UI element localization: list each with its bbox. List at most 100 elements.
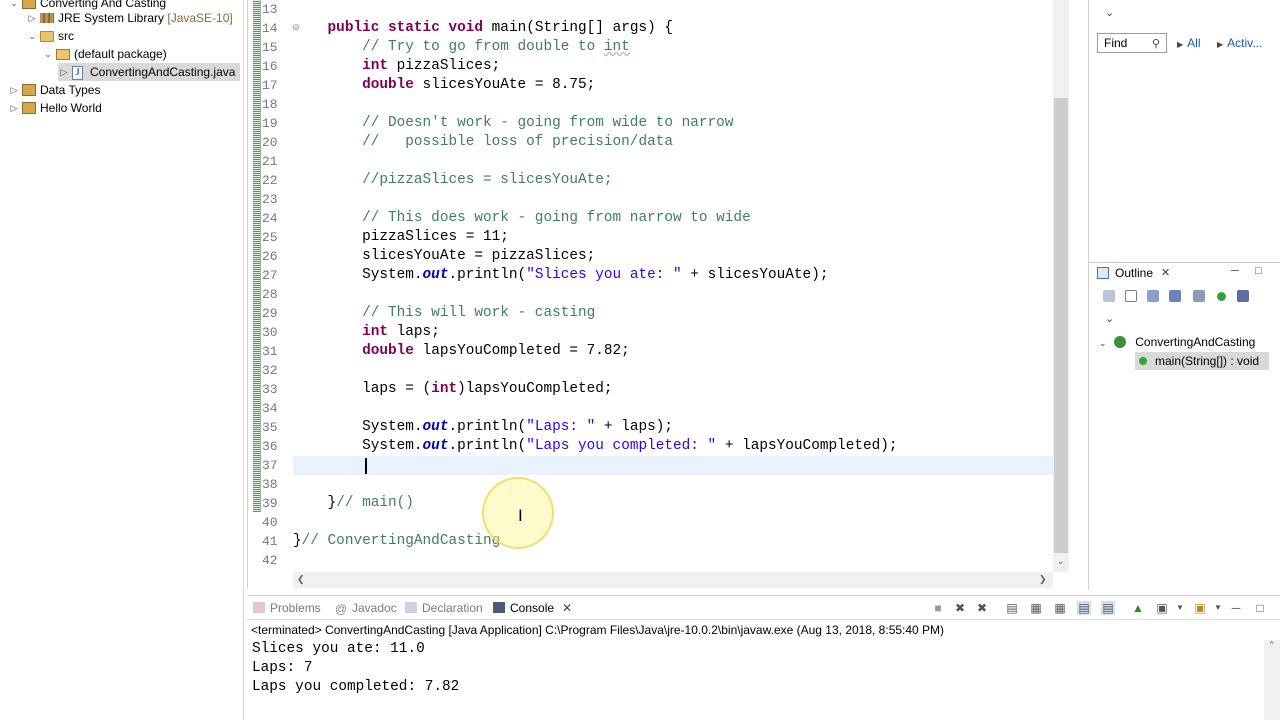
terminate-icon[interactable]: ■: [931, 601, 945, 615]
code-line-22[interactable]: //pizzaSlices = slicesYouAte;: [293, 171, 612, 190]
code-line-37-current[interactable]: [293, 456, 1053, 475]
outline-view-tab[interactable]: Outline ✕ ─ □: [1089, 262, 1280, 284]
code-line-39[interactable]: }// main(): [293, 494, 414, 513]
package-icon: [56, 49, 70, 60]
search-icon: ⚲: [1151, 38, 1160, 50]
word-wrap-icon[interactable]: ▦: [1053, 601, 1067, 615]
hide-non-public-icon[interactable]: [1217, 292, 1226, 301]
hide-local-types-icon[interactable]: [1237, 290, 1249, 302]
scroll-up-icon[interactable]: ⌃: [1268, 640, 1276, 651]
code-line-35[interactable]: System.out.println("Laps: " + laps);: [293, 418, 673, 437]
pin-console-icon[interactable]: ▲: [1131, 601, 1145, 615]
code-line-14[interactable]: public static void main(String[] args) {: [293, 19, 673, 38]
tab-outline[interactable]: Outline: [1115, 266, 1153, 280]
chevron-right-icon[interactable]: ▷: [58, 63, 70, 81]
outline-icon: [1097, 267, 1109, 279]
scroll-right-icon[interactable]: ❯: [1039, 574, 1047, 585]
close-icon[interactable]: ✕: [1161, 266, 1170, 279]
tab-problems[interactable]: Problems: [253, 600, 321, 618]
console-scrollbar[interactable]: ⌃: [1264, 640, 1280, 720]
maximize-icon[interactable]: □: [1255, 265, 1262, 277]
line-number: 19: [262, 116, 278, 131]
chevron-down-icon[interactable]: ⌄: [42, 45, 54, 63]
scrollbar-thumb[interactable]: [1054, 98, 1068, 553]
all-link[interactable]: ▶ All: [1177, 33, 1201, 55]
triangle-right-icon: ▶: [1217, 40, 1224, 49]
chevron-down-icon[interactable]: ⌄: [8, 0, 20, 12]
chevron-down-icon[interactable]: ⌄: [1105, 6, 1114, 19]
collapse-all-icon[interactable]: [1103, 290, 1115, 302]
show-on-output-icon[interactable]: ▤: [1077, 601, 1091, 615]
tree-item-label: Data Types: [40, 83, 101, 97]
editor-vertical-scrollbar[interactable]: ⌄: [1053, 0, 1069, 572]
code-line-17[interactable]: double slicesYouAte = 8.75;: [293, 76, 595, 95]
remove-all-icon[interactable]: ✖: [975, 601, 989, 615]
tree-item-label: ConvertingAndCasting.java: [90, 65, 236, 79]
code-line-33[interactable]: laps = (int)lapsYouCompleted;: [293, 380, 612, 399]
line-number: 29: [262, 306, 278, 321]
source-folder-icon: [40, 31, 54, 42]
chevron-down-icon[interactable]: ▼: [1211, 601, 1225, 615]
hide-static-icon[interactable]: [1193, 290, 1205, 302]
remove-launch-icon[interactable]: ✖: [953, 601, 967, 615]
activate-link[interactable]: ▶ Activ...: [1217, 33, 1262, 55]
chevron-down-icon[interactable]: ⌄: [1105, 312, 1114, 325]
maximize-icon[interactable]: □: [1253, 601, 1267, 615]
project-icon: [22, 84, 36, 96]
line-number: 16: [262, 59, 278, 74]
scroll-lock-icon[interactable]: ▦: [1029, 601, 1043, 615]
sort-icon[interactable]: [1147, 290, 1159, 302]
at-icon: @: [335, 602, 348, 616]
tab-javadoc[interactable]: @ Javadoc: [335, 600, 397, 618]
code-line-20[interactable]: // possible loss of precision/data: [293, 133, 673, 152]
chevron-down-icon[interactable]: ⌄: [26, 27, 38, 45]
console-panel: Problems @ Javadoc Declaration Console ✕ ■…: [247, 595, 1280, 720]
line-number: 17: [262, 78, 278, 93]
editor-horizontal-scrollbar[interactable]: ❮ ❯: [293, 572, 1053, 588]
code-line-16[interactable]: int pizzaSlices;: [293, 57, 500, 76]
line-number: 24: [262, 211, 278, 226]
code-line-31[interactable]: double lapsYouCompleted = 7.82;: [293, 342, 630, 361]
close-icon[interactable]: ✕: [562, 601, 572, 615]
line-number: 34: [262, 401, 278, 416]
tab-console[interactable]: Console ✕: [493, 600, 572, 618]
outline-method-item[interactable]: main(String[]) : void: [1135, 352, 1269, 370]
code-line-41[interactable]: }// ConvertingAndCasting: [293, 532, 500, 551]
show-on-error-icon[interactable]: ▤: [1101, 601, 1115, 615]
expand-icon[interactable]: [1125, 290, 1137, 302]
code-line-15[interactable]: // Try to go from double to int: [293, 38, 630, 57]
hide-fields-icon[interactable]: [1169, 290, 1181, 302]
line-number: 22: [262, 173, 278, 188]
code-line-30[interactable]: int laps;: [293, 323, 440, 342]
code-area[interactable]: public static void main(String[] args) {…: [293, 0, 1053, 572]
method-label: main(String[]) : void: [1155, 354, 1260, 368]
scroll-down-icon[interactable]: ⌄: [1057, 556, 1065, 567]
find-input[interactable]: Find ⚲: [1097, 33, 1167, 53]
chevron-right-icon[interactable]: ▷: [8, 99, 20, 117]
code-editor[interactable]: 13 14 ⊖ 15 16 17 18 19 20 21 22 23 24 25 26 27 28 29 30 31 3…: [247, 0, 1069, 588]
line-number: 30: [262, 325, 278, 340]
outline-class-item[interactable]: ⌄ ConvertingAndCasting: [1099, 333, 1255, 351]
tab-declaration[interactable]: Declaration: [405, 600, 483, 618]
chevron-right-icon[interactable]: ▷: [26, 9, 38, 27]
code-line-25[interactable]: pizzaSlices = 11;: [293, 228, 509, 247]
line-number: 14: [262, 21, 278, 36]
tree-item-java-file[interactable]: ▷ J ConvertingAndCasting.java: [58, 63, 240, 81]
code-line-29[interactable]: // This will work - casting: [293, 304, 595, 323]
chevron-down-icon[interactable]: ▼: [1173, 601, 1187, 615]
code-line-19[interactable]: // Doesn't work - going from wide to nar…: [293, 114, 733, 133]
display-console-icon[interactable]: ▣: [1155, 601, 1169, 615]
chevron-right-icon[interactable]: ▷: [8, 81, 20, 99]
code-line-24[interactable]: // This does work - going from narrow to…: [293, 209, 751, 228]
code-line-27[interactable]: System.out.println("Slices you ate: " + …: [293, 266, 828, 285]
minimize-icon[interactable]: ─: [1229, 601, 1243, 615]
code-line-36[interactable]: System.out.println("Laps you completed: …: [293, 437, 897, 456]
line-number: 37: [262, 458, 278, 473]
public-method-icon: [1139, 357, 1147, 365]
scroll-left-icon[interactable]: ❮: [297, 574, 305, 585]
code-line-26[interactable]: slicesYouAte = pizzaSlices;: [293, 247, 595, 266]
minimize-icon[interactable]: ─: [1231, 265, 1239, 277]
clear-console-icon[interactable]: ▤: [1005, 601, 1019, 615]
line-number: 28: [262, 287, 278, 302]
open-console-icon[interactable]: ▣: [1193, 601, 1207, 615]
